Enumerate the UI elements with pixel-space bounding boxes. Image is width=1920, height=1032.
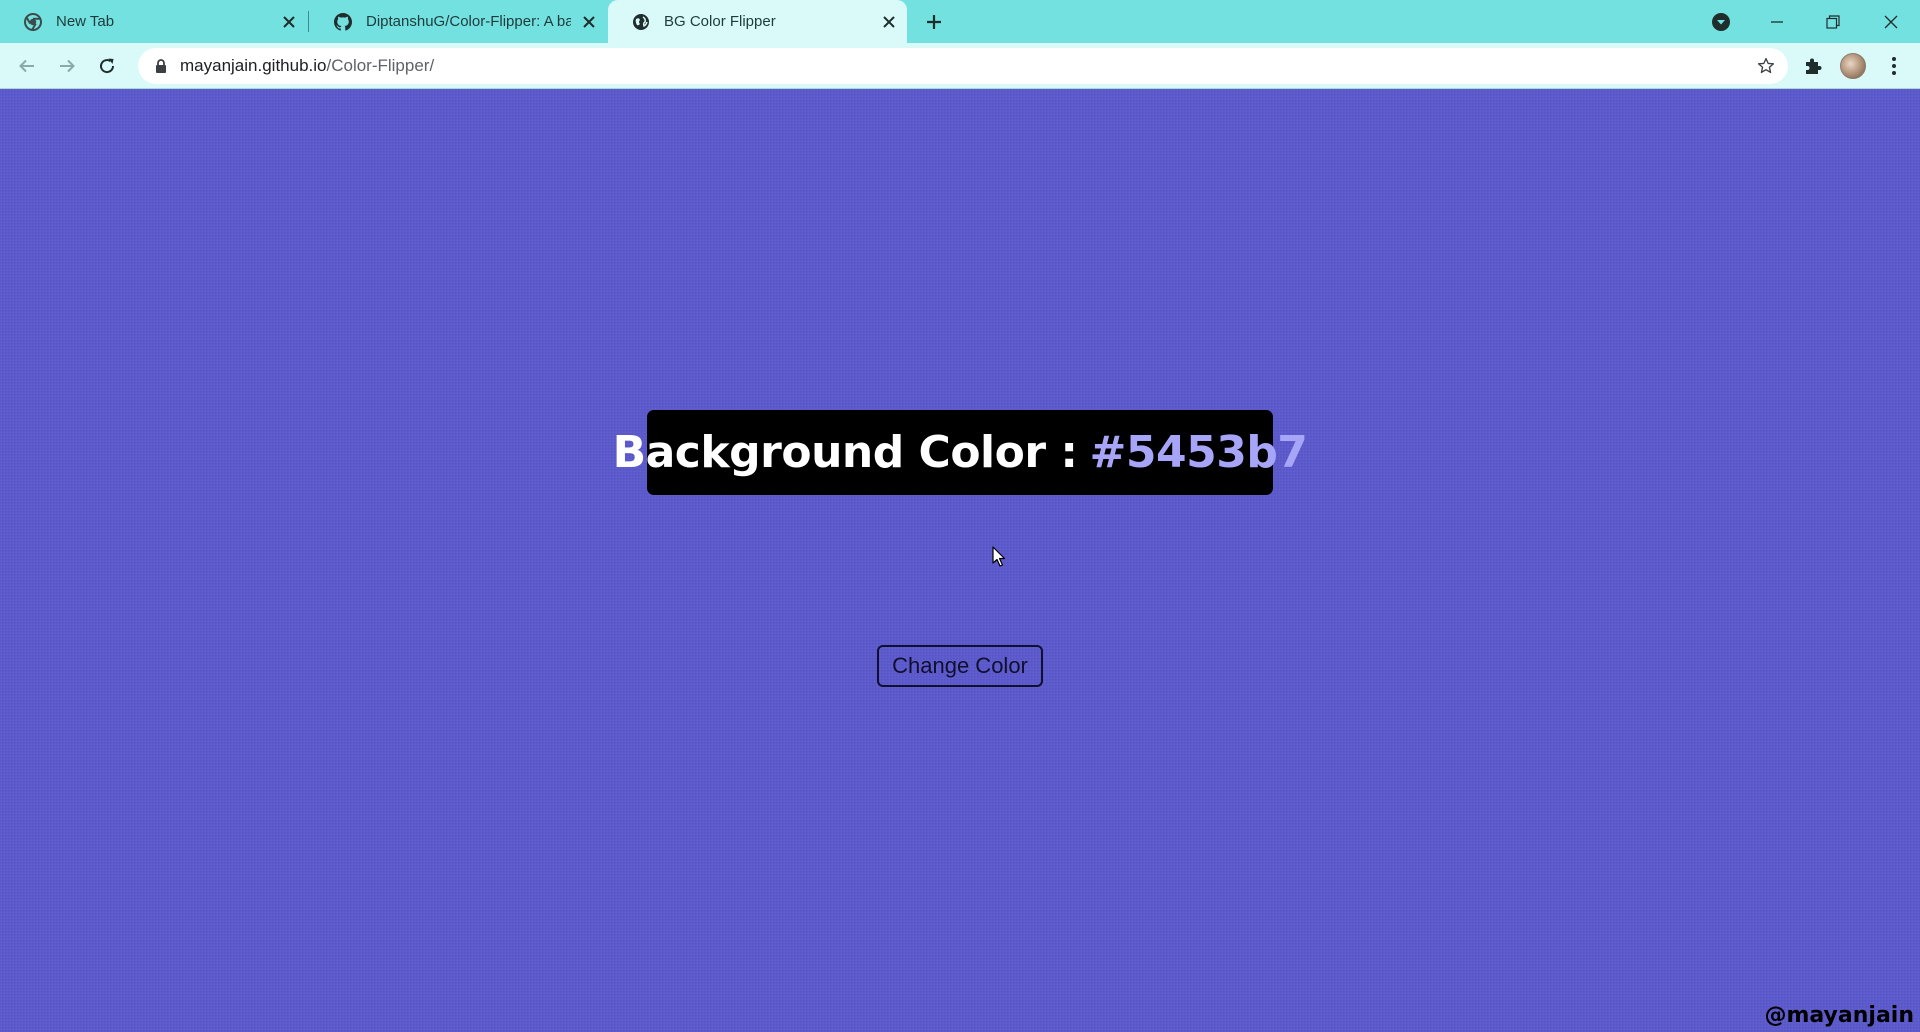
tab-title: New Tab: [56, 13, 115, 30]
tab-divider: [308, 11, 309, 32]
browser-window: New Tab DiptanshuG/Color-Flipper: A bac: [0, 0, 1920, 1032]
restore-button[interactable]: [1808, 0, 1858, 43]
watermark-text: @mayanjain: [1764, 1003, 1914, 1028]
browser-menu-button[interactable]: [1880, 52, 1908, 80]
tab-search-button[interactable]: [1696, 0, 1746, 43]
puzzle-icon: [1806, 58, 1822, 74]
lock-icon[interactable]: [154, 58, 168, 74]
minimize-button[interactable]: [1752, 0, 1802, 43]
back-button[interactable]: [15, 54, 39, 78]
avatar: [1840, 53, 1866, 79]
reload-button[interactable]: [95, 54, 119, 78]
new-tab-button[interactable]: [922, 10, 946, 34]
tab-title: DiptanshuG/Color-Flipper: A bac: [366, 13, 571, 30]
change-color-button[interactable]: Change Color: [877, 645, 1043, 687]
url-path: /Color-Flipper/: [326, 56, 435, 75]
chrome-icon: [24, 12, 42, 31]
dropdown-circle-icon: [1712, 12, 1730, 31]
tab-new-tab[interactable]: New Tab: [0, 0, 307, 43]
reload-icon: [100, 58, 115, 74]
close-icon[interactable]: [579, 12, 599, 32]
address-bar[interactable]: mayanjain.github.io/Color-Flipper/: [138, 48, 1788, 84]
close-icon[interactable]: [279, 12, 299, 32]
url-host: mayanjain.github.io: [180, 56, 327, 75]
url-text: mayanjain.github.io/Color-Flipper/: [180, 56, 434, 76]
tab-strip: New Tab DiptanshuG/Color-Flipper: A bac: [0, 0, 1920, 43]
kebab-menu-icon: [1892, 57, 1896, 75]
tab-title: BG Color Flipper: [664, 13, 776, 30]
color-hex-value: #5453b7: [1089, 427, 1308, 478]
tab-bg-color-flipper[interactable]: BG Color Flipper: [608, 0, 907, 43]
arrow-left-icon: [19, 59, 34, 73]
restore-icon: [1826, 14, 1840, 29]
close-window-button[interactable]: [1866, 0, 1916, 43]
close-icon[interactable]: [879, 12, 899, 32]
browser-toolbar: mayanjain.github.io/Color-Flipper/: [0, 43, 1920, 89]
banner-label: Background Color :: [612, 427, 1078, 478]
profile-button[interactable]: [1839, 52, 1867, 80]
minimize-icon: [1771, 20, 1783, 23]
mouse-cursor-icon: [992, 546, 1006, 567]
star-icon: [1757, 57, 1775, 74]
extensions-button[interactable]: [1799, 52, 1827, 80]
globe-icon: [632, 13, 650, 31]
tab-github-repo[interactable]: DiptanshuG/Color-Flipper: A bac: [310, 0, 607, 43]
bookmark-star-button[interactable]: [1756, 56, 1776, 76]
forward-button[interactable]: [55, 54, 79, 78]
background-color-banner: Background Color : #5453b7: [613, 410, 1308, 495]
page-content: Background Color : #5453b7 Change Color …: [0, 89, 1920, 1032]
arrow-right-icon: [60, 59, 75, 73]
github-icon: [334, 12, 352, 31]
close-icon: [1884, 15, 1898, 28]
plus-icon: [927, 15, 941, 29]
